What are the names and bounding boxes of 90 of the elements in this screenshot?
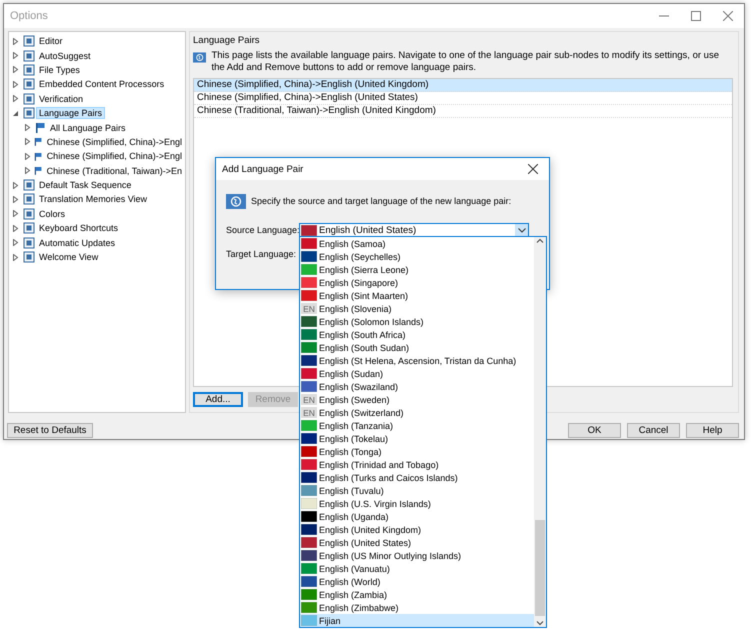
option-label: English (Sierra Leone)	[319, 264, 409, 274]
dialog-title: Add Language Pair	[222, 164, 304, 174]
language-code-badge: EN	[301, 303, 317, 314]
option-label: English (U.S. Virgin Islands)	[319, 498, 431, 508]
option-label: English (Switzerland)	[319, 408, 404, 418]
option-label: English (United Kingdom)	[319, 524, 422, 534]
section-heading: Language Pairs	[193, 35, 261, 46]
tree-item[interactable]: AutoSuggest	[36, 50, 94, 62]
reset-button[interactable]: Reset to Defaults	[7, 423, 93, 438]
tree-item[interactable]: Translation Memories View	[36, 193, 150, 206]
list-item[interactable]: Chinese (Simplified, China)->English (United States)	[194, 92, 732, 105]
field-label: Source Language:	[226, 224, 299, 236]
tree-item[interactable]: Editor	[36, 35, 66, 48]
option-label: English (Uganda)	[319, 512, 389, 522]
flag-icon	[34, 165, 43, 176]
chevron-down-icon[interactable]	[536, 619, 544, 627]
tree-item[interactable]: Verification	[36, 92, 86, 105]
flag-icon	[34, 136, 43, 148]
list-item[interactable]: Chinese (Simplified, China)->English (United Kingdom)	[194, 79, 732, 92]
option-label: English (Tonga)	[319, 446, 382, 456]
page-icon	[23, 64, 35, 76]
option-label: English (Slovenia)	[319, 304, 392, 314]
option-label: English (Seychelles)	[319, 252, 401, 262]
page-icon	[23, 222, 35, 234]
page-icon	[23, 193, 35, 206]
option-label: English (Sudan)	[319, 368, 384, 378]
option-label: English (Sint Maarten)	[319, 290, 408, 300]
flag-icon	[34, 150, 43, 162]
option-label: English (South Africa)	[319, 330, 406, 340]
tree-item[interactable]: Automatic Updates	[36, 236, 118, 249]
page-icon	[23, 107, 35, 120]
option-label: English (Solomon Islands)	[319, 316, 424, 326]
globe-icon	[193, 50, 206, 65]
page-icon	[23, 208, 35, 220]
collapse-arrow-icon[interactable]	[12, 110, 19, 117]
page-icon	[23, 179, 35, 192]
page-icon	[23, 50, 35, 62]
action-button[interactable]: Add...	[193, 392, 243, 407]
option-label: English (Tokelau)	[319, 434, 388, 444]
option-label: English (Trinidad and Tobago)	[319, 460, 439, 470]
option-label: English (World)	[319, 576, 380, 586]
option-label: English (Tuvalu)	[319, 486, 384, 496]
tree-item[interactable]: All Language Pairs	[47, 122, 129, 134]
dialog-button[interactable]: OK	[568, 423, 621, 438]
page-icon	[23, 251, 35, 264]
language-code-badge: EN	[301, 394, 317, 405]
chevron-up-icon[interactable]	[536, 237, 544, 245]
option-label: English (Samoa)	[319, 238, 386, 248]
dropdown-option[interactable]: Fijian	[300, 614, 534, 627]
field-label: Target Language:	[226, 248, 298, 260]
tree-item[interactable]: Chinese (Simplified, China)->Engl	[44, 136, 185, 148]
dialog-button[interactable]: Cancel	[627, 423, 680, 438]
page-icon	[23, 92, 35, 105]
option-label: Fijian	[319, 616, 341, 626]
flag-icon	[35, 122, 46, 134]
globe-icon	[226, 194, 246, 209]
tree-item[interactable]: File Types	[36, 64, 83, 76]
tree-item[interactable]: Colors	[36, 208, 68, 220]
tree-item[interactable]: Default Task Sequence	[36, 179, 134, 192]
chevron-down-icon	[518, 228, 526, 232]
option-label: English (Swaziland)	[319, 382, 398, 392]
option-label: English (United States)	[319, 538, 412, 548]
option-label: English (Sweden)	[319, 394, 390, 404]
option-label: English (Zambia)	[319, 590, 388, 600]
option-label: English (Singapore)	[319, 278, 398, 288]
tree-item[interactable]: Chinese (Simplified, China)->Engl	[44, 150, 185, 162]
scroll-bar[interactable]	[534, 237, 546, 627]
option-label: English (St Helena, Ascension, Tristan da Cunha)	[319, 356, 516, 366]
option-label: English (Vanuatu)	[319, 564, 390, 574]
dialog-button[interactable]: Help	[686, 423, 739, 438]
tree-item[interactable]: Chinese (Traditional, Taiwan)->En	[44, 164, 185, 177]
scroll-thumb[interactable]	[535, 520, 545, 616]
tree-item[interactable]: Embedded Content Processors	[36, 78, 168, 90]
option-label: English (South Sudan)	[319, 342, 410, 352]
window-title: Options	[10, 10, 49, 22]
option-label: English (Tanzania)	[319, 420, 394, 430]
tree-item[interactable]: Language Pairs	[36, 107, 106, 120]
list-item[interactable]: Chinese (Traditional, Taiwan)->English (United Kingdom)	[194, 105, 732, 118]
page-icon	[23, 35, 35, 48]
tree-item[interactable]: Welcome View	[36, 251, 102, 264]
description-text: This page lists the available language pairs. Navigate to one of the language pair sub-nodes to modify its settings, or use the Add and Remove buttons to add or remove language pairs.	[211, 50, 720, 74]
language-code-badge: EN	[301, 407, 317, 418]
tree-item[interactable]: Keyboard Shortcuts	[36, 222, 122, 234]
option-label: English (Zimbabwe)	[319, 602, 399, 612]
page-icon	[23, 78, 35, 90]
option-label: English (US Minor Outlying Islands)	[319, 550, 462, 560]
source-language-dropdown[interactable]: English (United States)	[299, 223, 529, 237]
page-icon	[23, 236, 35, 249]
option-label: English (Turks and Caicos Islands)	[319, 472, 458, 482]
dialog-description: Specify the source and target language of the new language pair:	[251, 195, 512, 208]
